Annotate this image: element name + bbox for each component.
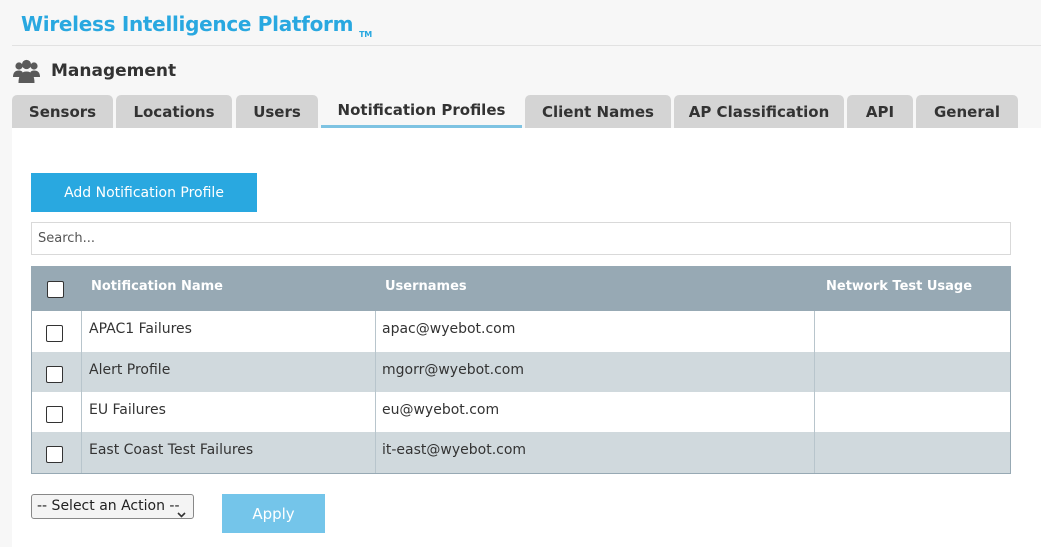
column-divider (375, 352, 376, 393)
tab-sensors[interactable]: Sensors (12, 95, 113, 128)
usernames-cell: it-east@wyebot.com (382, 442, 527, 458)
column-divider (81, 432, 82, 473)
users-icon (13, 59, 40, 83)
notification-profiles-table: Notification Name Usernames Network Test… (31, 266, 1011, 474)
column-header-notification-name[interactable]: Notification Name (91, 267, 223, 312)
trademark-mark: TM (359, 30, 372, 39)
column-divider (814, 352, 815, 393)
app-title-text: Wireless Intelligence Platform (21, 12, 354, 36)
row-checkbox[interactable] (46, 446, 63, 463)
app-title: Wireless Intelligence Platform TM (21, 12, 372, 39)
column-divider (814, 392, 815, 433)
row-checkbox[interactable] (46, 366, 63, 383)
column-divider (375, 311, 376, 352)
app-header: Wireless Intelligence Platform TM (12, 0, 1041, 46)
notification-name-cell: EU Failures (89, 402, 166, 418)
tab-locations[interactable]: Locations (116, 95, 232, 128)
row-checkbox[interactable] (46, 325, 63, 342)
tab-users[interactable]: Users (236, 95, 318, 128)
column-divider (814, 432, 815, 473)
notification-name-cell: East Coast Test Failures (89, 442, 254, 458)
column-divider (81, 311, 82, 352)
tab-general[interactable]: General (916, 95, 1018, 128)
column-divider (81, 392, 82, 433)
chevron-down-icon (177, 503, 186, 526)
notification-name-cell: Alert Profile (89, 362, 171, 378)
notification-name-cell: APAC1 Failures (89, 321, 192, 337)
select-all-checkbox[interactable] (47, 281, 64, 298)
usernames-cell: eu@wyebot.com (382, 402, 500, 418)
column-divider (375, 392, 376, 433)
usernames-cell: apac@wyebot.com (382, 321, 516, 337)
tab-notification-profiles[interactable]: Notification Profiles (321, 95, 522, 128)
column-divider (814, 311, 815, 352)
action-select-value: -- Select an Action -- (37, 498, 180, 514)
table-row[interactable]: East Coast Test Failures it-east@wyebot.… (32, 432, 1010, 473)
column-header-network-test-usage[interactable]: Network Test Usage (826, 267, 972, 312)
table-row[interactable]: Alert Profile mgorr@wyebot.com (32, 352, 1010, 393)
row-checkbox[interactable] (46, 406, 63, 423)
tab-api[interactable]: API (847, 95, 913, 128)
page-title: Management (51, 61, 177, 81)
section-header: Management (13, 57, 176, 85)
tab-ap-classification[interactable]: AP Classification (674, 95, 844, 128)
add-notification-profile-button[interactable]: Add Notification Profile (31, 173, 257, 212)
search-input[interactable] (31, 222, 1011, 255)
column-header-usernames[interactable]: Usernames (385, 267, 467, 312)
column-divider (375, 432, 376, 473)
table-row[interactable]: EU Failures eu@wyebot.com (32, 392, 1010, 433)
tab-client-names[interactable]: Client Names (525, 95, 671, 128)
column-divider (81, 352, 82, 393)
table-row[interactable]: APAC1 Failures apac@wyebot.com (32, 311, 1010, 352)
table-header-row: Notification Name Usernames Network Test… (32, 267, 1010, 312)
apply-button[interactable]: Apply (222, 494, 325, 533)
usernames-cell: mgorr@wyebot.com (382, 362, 524, 378)
action-select[interactable]: -- Select an Action -- (31, 494, 194, 519)
